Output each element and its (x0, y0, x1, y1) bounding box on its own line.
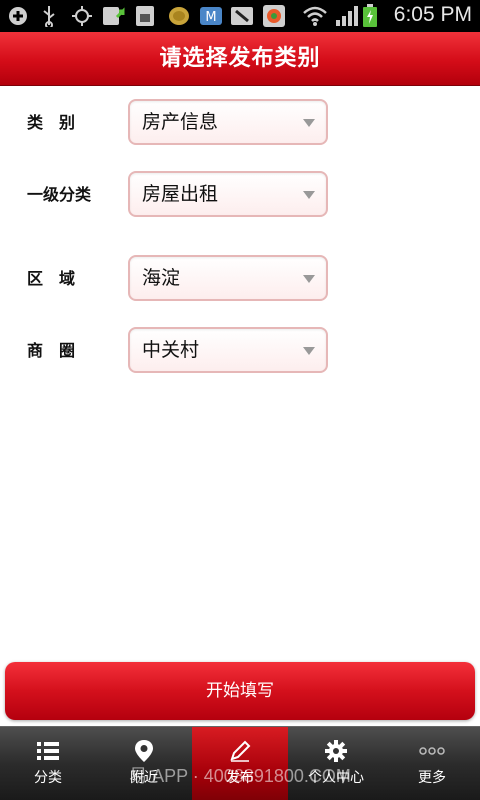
coin-icon (168, 5, 190, 27)
svg-text:M: M (205, 10, 216, 25)
nav-label-category: 分类 (34, 770, 62, 786)
bottom-nav: 分类 附近 发布 个人中心 更多 (0, 726, 480, 800)
sim-icon (134, 5, 156, 27)
district-select-value: 海淀 (142, 267, 181, 289)
nav-label-publish: 发布 (226, 770, 254, 786)
battery-icon (362, 4, 378, 27)
category-select[interactable]: 房产信息 (128, 99, 328, 145)
subcategory-select[interactable]: 房屋出租 (128, 171, 328, 217)
page-title: 请选择发布类别 (159, 46, 321, 71)
chevron-down-icon (303, 119, 315, 127)
download-icon (102, 5, 126, 27)
mail-icon: M (199, 5, 223, 27)
gear-icon (288, 739, 384, 763)
gps-icon (71, 5, 93, 27)
location-pin-icon (96, 739, 192, 763)
add-icon (8, 5, 28, 27)
subcategory-select-value: 房屋出租 (142, 183, 219, 205)
category-row: 类 别 房产信息 (0, 99, 480, 147)
category-label: 类 别 (27, 113, 76, 132)
district-label: 区 域 (27, 269, 76, 288)
usb-icon (40, 5, 58, 27)
business-area-select-value: 中关村 (142, 339, 200, 361)
app-icon (262, 5, 286, 27)
more-dots-icon (384, 739, 480, 763)
subcategory-row: 一级分类 房屋出租 (0, 171, 480, 219)
nav-label-profile: 个人中心 (308, 770, 364, 786)
start-filling-button[interactable]: 开始填写 (5, 662, 475, 720)
nav-item-profile[interactable]: 个人中心 (288, 727, 384, 800)
nav-item-category[interactable]: 分类 (0, 727, 96, 800)
nav-label-more: 更多 (418, 770, 446, 786)
wifi-icon (302, 5, 328, 27)
district-row: 区 域 海淀 (0, 255, 480, 303)
chevron-down-icon (303, 275, 315, 283)
nav-item-publish[interactable]: 发布 (192, 727, 288, 800)
status-bar: M 6:05 PM (0, 0, 480, 32)
chevron-down-icon (303, 191, 315, 199)
pencil-icon (192, 739, 288, 763)
category-select-value: 房产信息 (142, 111, 219, 133)
list-icon (0, 739, 96, 763)
status-time: 6:05 PM (393, 3, 472, 26)
chevron-down-icon (303, 347, 315, 355)
nav-item-nearby[interactable]: 附近 (96, 727, 192, 800)
business-area-label: 商 圈 (27, 341, 76, 360)
district-select[interactable]: 海淀 (128, 255, 328, 301)
subcategory-label: 一级分类 (27, 185, 92, 204)
nav-item-more[interactable]: 更多 (384, 727, 480, 800)
business-area-row: 商 圈 中关村 (0, 327, 480, 375)
title-bar: 请选择发布类别 (0, 32, 480, 86)
business-area-select[interactable]: 中关村 (128, 327, 328, 373)
phone-icon (230, 5, 254, 27)
signal-icon (335, 5, 359, 27)
nav-label-nearby: 附近 (130, 770, 158, 786)
